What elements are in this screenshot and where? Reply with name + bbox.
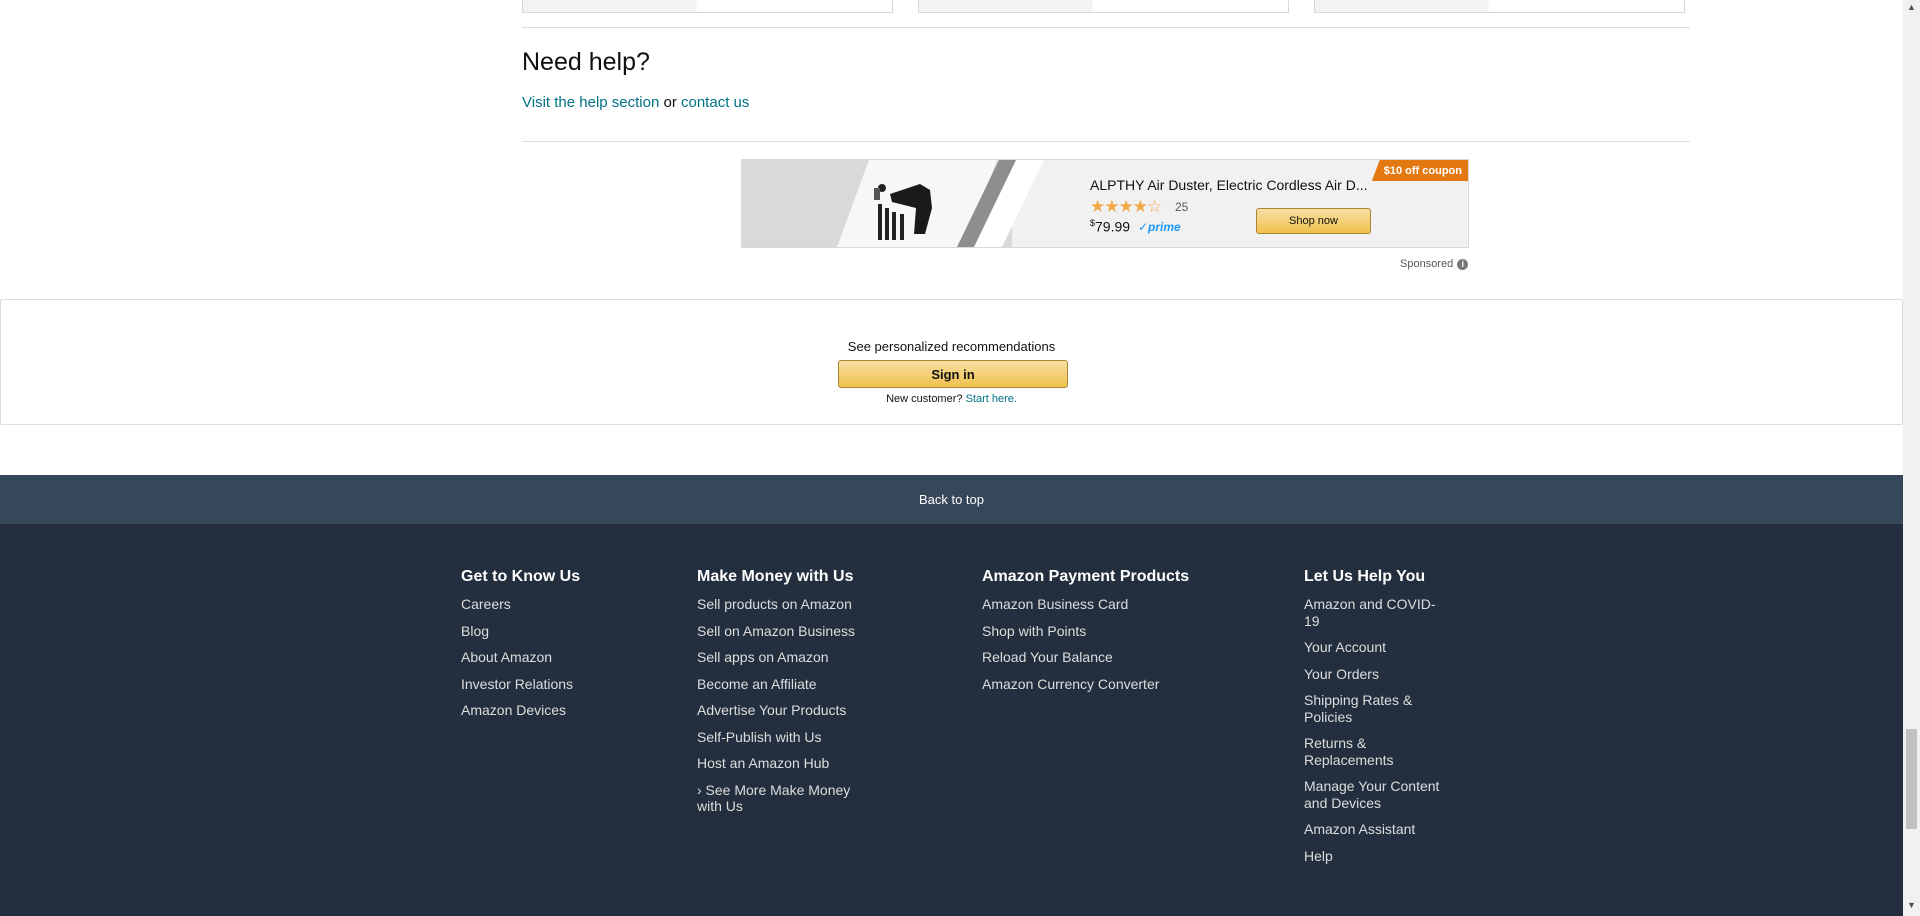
footer-link[interactable]: Sell products on Amazon <box>697 596 872 613</box>
footer-link[interactable]: Amazon Currency Converter <box>982 676 1212 693</box>
footer-link[interactable]: Amazon Business Card <box>982 596 1212 613</box>
footer-link[interactable]: Sell apps on Amazon <box>697 649 872 666</box>
air-duster-product-image[interactable] <box>870 168 950 244</box>
recommendations-title: See personalized recommendations <box>847 339 1056 354</box>
new-customer-text: New customer? <box>886 393 963 405</box>
footer-link[interactable]: Host an Amazon Hub <box>697 755 872 772</box>
sponsored-label[interactable]: Sponsored i <box>1400 258 1469 270</box>
contact-us-link[interactable]: contact us <box>681 94 749 111</box>
footer-link[interactable]: Your Orders <box>1304 666 1449 683</box>
ad-price: $79.99 <box>1090 218 1130 235</box>
footer-link[interactable]: Investor Relations <box>461 676 661 693</box>
footer-link[interactable]: Amazon Devices <box>461 702 661 719</box>
footer-link[interactable]: Reload Your Balance <box>982 649 1212 666</box>
help-links: Visit the help section or contact us <box>522 94 749 111</box>
footer-column-make-money: Make Money with Us Sell products on Amaz… <box>697 568 872 825</box>
scroll-up-arrow-icon[interactable]: ▲ <box>1907 2 1916 12</box>
footer-column-get-to-know-us: Get to Know Us Careers Blog About Amazon… <box>461 568 661 729</box>
divider <box>522 141 1690 142</box>
footer-link[interactable]: Sell on Amazon Business <box>697 623 872 640</box>
footer-column-heading: Let Us Help You <box>1304 568 1426 585</box>
or-text: or <box>663 94 677 111</box>
sponsored-text: Sponsored <box>1400 258 1454 270</box>
need-help-heading: Need help? <box>522 48 650 76</box>
help-section-link[interactable]: Visit the help section <box>522 94 659 111</box>
footer-column-help: Let Us Help You Amazon and COVID-19 Your… <box>1304 568 1449 874</box>
product-card[interactable] <box>522 0 893 13</box>
footer-column-heading: Amazon Payment Products <box>982 568 1190 585</box>
footer-link[interactable]: Amazon Assistant <box>1304 821 1449 838</box>
footer-link[interactable]: Returns & Replacements <box>1304 735 1449 768</box>
scrollbar-thumb[interactable] <box>1906 729 1917 829</box>
rating-count[interactable]: 25 <box>1175 200 1188 214</box>
see-more-link[interactable]: › See More Make Money with Us <box>697 782 872 815</box>
footer-link[interactable]: Advertise Your Products <box>697 702 872 719</box>
footer: Get to Know Us Careers Blog About Amazon… <box>0 524 1903 916</box>
footer-link[interactable]: About Amazon <box>461 649 661 666</box>
scroll-down-arrow-icon[interactable]: ▼ <box>1907 900 1916 910</box>
sign-in-button[interactable]: Sign in <box>838 360 1068 388</box>
footer-link[interactable]: Your Account <box>1304 639 1449 656</box>
product-card[interactable] <box>918 0 1289 13</box>
prime-logo-icon: ✓prime <box>1138 220 1181 234</box>
footer-link[interactable]: Help <box>1304 848 1449 865</box>
footer-link[interactable]: Self-Publish with Us <box>697 729 872 746</box>
back-to-top-button[interactable]: Back to top <box>0 475 1903 524</box>
footer-link[interactable]: Shipping Rates & Policies <box>1304 692 1449 725</box>
divider <box>522 27 1690 28</box>
footer-column-payment-products: Amazon Payment Products Amazon Business … <box>982 568 1212 702</box>
footer-column-heading: Make Money with Us <box>697 568 854 585</box>
footer-link[interactable]: Amazon and COVID-19 <box>1304 596 1449 629</box>
footer-link[interactable]: Shop with Points <box>982 623 1212 640</box>
footer-link[interactable]: Careers <box>461 596 661 613</box>
personalized-recommendations-box: See personalized recommendations Sign in… <box>0 299 1903 425</box>
star-rating: ★★★★☆ <box>1090 197 1162 216</box>
start-here-link[interactable]: Start here. <box>966 393 1017 405</box>
new-customer-line: New customer? Start here. <box>1 393 1902 405</box>
product-cards-row <box>522 0 1690 14</box>
price-value: 79.99 <box>1095 218 1131 235</box>
footer-column-heading: Get to Know Us <box>461 568 581 585</box>
coupon-badge: $10 off coupon <box>1371 160 1468 181</box>
sponsored-ad-banner[interactable]: ALPTHY Air Duster, Electric Cordless Air… <box>741 159 1469 248</box>
footer-link[interactable]: Manage Your Content and Devices <box>1304 778 1449 811</box>
footer-link[interactable]: Become an Affiliate <box>697 676 872 693</box>
ad-product-title[interactable]: ALPTHY Air Duster, Electric Cordless Air… <box>1090 177 1368 193</box>
shop-now-button[interactable]: Shop now <box>1256 208 1371 234</box>
product-card[interactable] <box>1314 0 1685 13</box>
info-icon[interactable]: i <box>1457 258 1469 270</box>
footer-link[interactable]: Blog <box>461 623 661 640</box>
